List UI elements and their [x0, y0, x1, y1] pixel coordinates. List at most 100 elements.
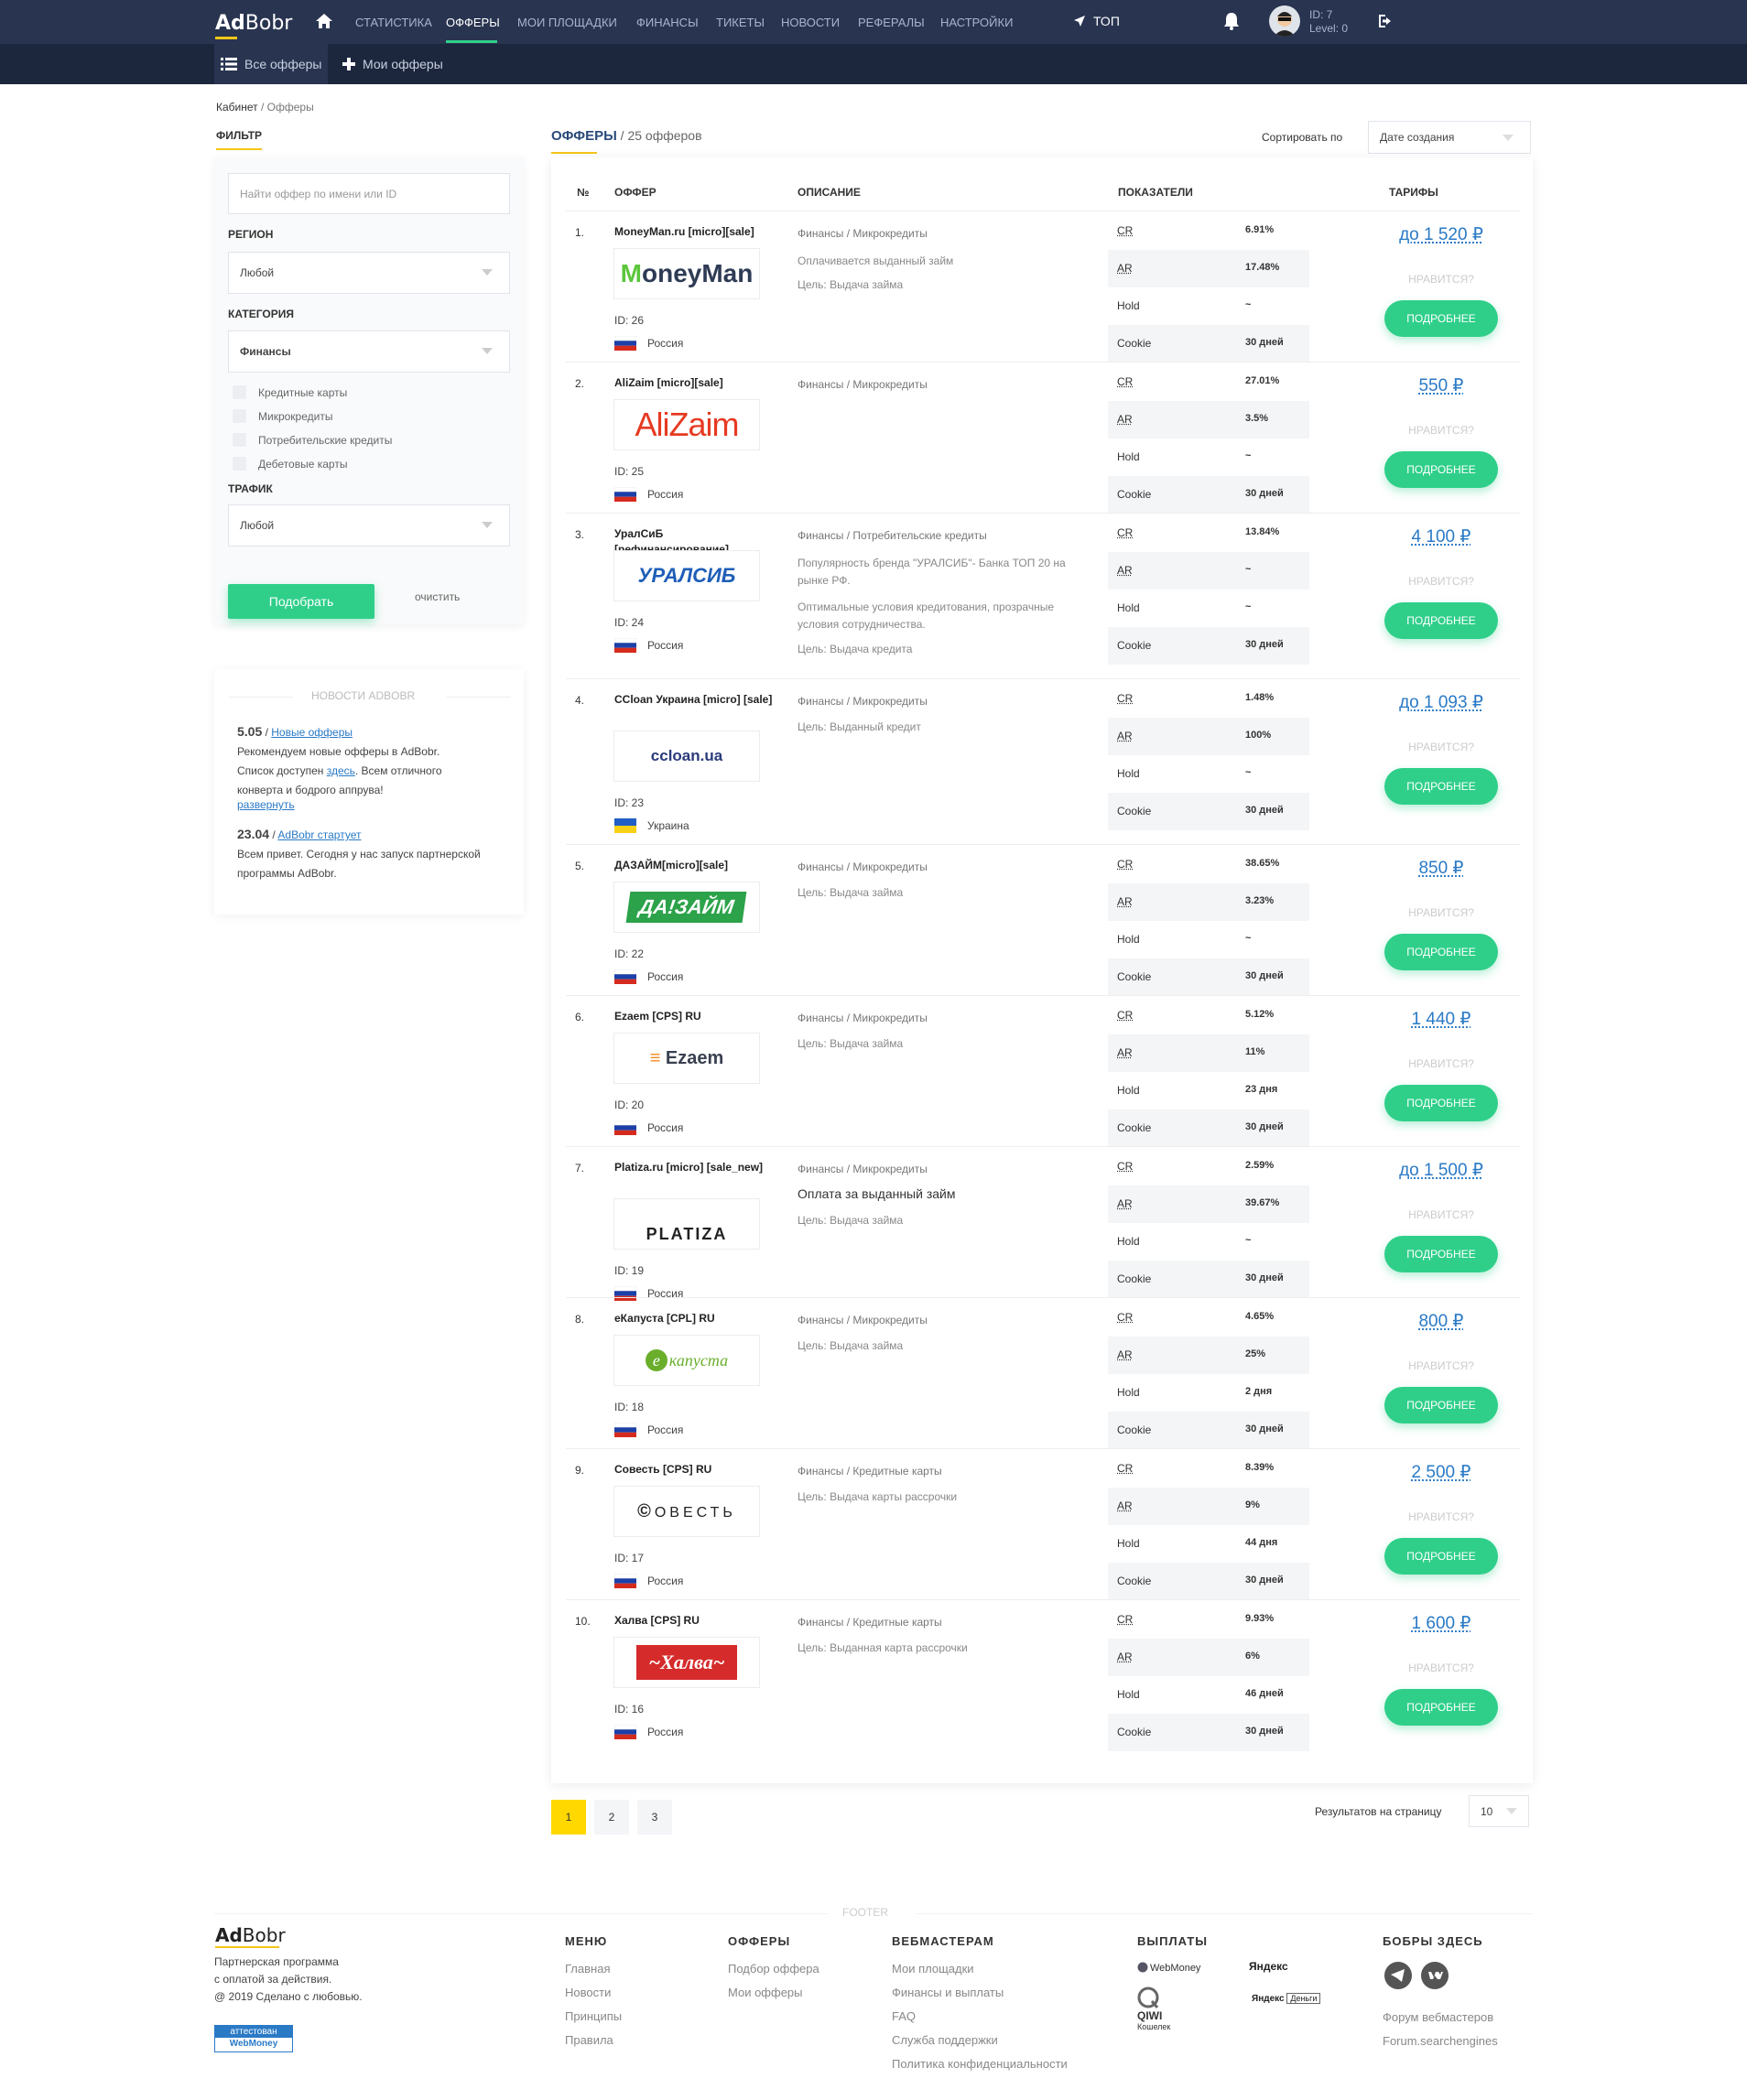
offer-logo[interactable]: e капуста	[613, 1335, 760, 1386]
stat-label-ar[interactable]: AR	[1117, 730, 1133, 742]
clear-button[interactable]: очистить	[415, 590, 460, 603]
subnav-my-offers[interactable]: Мои офферы	[342, 57, 443, 71]
telegram-icon[interactable]	[1384, 1962, 1412, 1989]
footer-link[interactable]: Правила	[565, 2033, 613, 2047]
like-prompt[interactable]: НРАВИТСЯ?	[1359, 741, 1524, 753]
like-prompt[interactable]: НРАВИТСЯ?	[1359, 1057, 1524, 1070]
news-link[interactable]: Новые офферы	[271, 726, 353, 739]
like-prompt[interactable]: НРАВИТСЯ?	[1359, 1208, 1524, 1221]
like-prompt[interactable]: НРАВИТСЯ?	[1359, 1662, 1524, 1674]
details-button[interactable]: ПОДРОБНЕЕ	[1384, 768, 1498, 805]
stat-label-ar[interactable]: AR	[1117, 1348, 1133, 1361]
details-button[interactable]: ПОДРОБНЕЕ	[1384, 602, 1498, 639]
stat-label-cr[interactable]: CR	[1117, 375, 1133, 388]
details-button[interactable]: ПОДРОБНЕЕ	[1384, 1689, 1498, 1726]
offer-price[interactable]: до 1 500 ₽	[1359, 1160, 1524, 1181]
offer-title[interactable]: Platiza.ru [micro] [sale_new]	[614, 1160, 777, 1175]
footer-link[interactable]: Новости	[565, 1986, 611, 1999]
stat-label-ar[interactable]: AR	[1117, 1197, 1133, 1210]
like-prompt[interactable]: НРАВИТСЯ?	[1359, 906, 1524, 919]
details-button[interactable]: ПОДРОБНЕЕ	[1384, 1538, 1498, 1575]
nav-finance[interactable]: ФИНАНСЫ	[636, 16, 699, 29]
page-1[interactable]: 1	[551, 1800, 586, 1835]
per-page-select[interactable]: 10	[1469, 1795, 1529, 1827]
home-icon[interactable]	[316, 14, 332, 28]
subnav-all-offers[interactable]: Все офферы	[221, 57, 321, 71]
like-prompt[interactable]: НРАВИТСЯ?	[1359, 273, 1524, 286]
search-input[interactable]: Найти оффер по имени или ID	[228, 173, 510, 214]
offer-logo[interactable]: ccloan.ua	[613, 731, 760, 782]
sort-select[interactable]: Дате создания	[1368, 121, 1531, 154]
footer-link[interactable]: Служба поддержки	[892, 2033, 998, 2047]
offer-price[interactable]: 4 100 ₽	[1359, 526, 1524, 547]
checkbox-consumer-credits[interactable]	[233, 433, 246, 447]
news-link[interactable]: AdBobr стартует	[277, 828, 361, 841]
nav-news[interactable]: НОВОСТИ	[781, 16, 840, 29]
offer-price[interactable]: 2 500 ₽	[1359, 1462, 1524, 1483]
offer-logo[interactable]: УРАЛСИБ	[613, 550, 760, 601]
offer-logo[interactable]: ≡ Ezaem	[613, 1033, 760, 1084]
offer-title[interactable]: Халва [CPS] RU	[614, 1613, 777, 1629]
nav-tickets[interactable]: ТИКЕТЫ	[716, 16, 765, 29]
stat-label-ar[interactable]: AR	[1117, 895, 1133, 908]
stat-label-cr[interactable]: CR	[1117, 1009, 1133, 1022]
stat-label-cr[interactable]: CR	[1117, 526, 1133, 539]
checkbox-credit-cards[interactable]	[233, 385, 246, 399]
details-button[interactable]: ПОДРОБНЕЕ	[1384, 1387, 1498, 1423]
footer-link[interactable]: Форум вебмастеров	[1383, 2010, 1493, 2024]
like-prompt[interactable]: НРАВИТСЯ?	[1359, 575, 1524, 588]
news-here-link[interactable]: здесь	[327, 764, 355, 777]
footer-link[interactable]: Политика конфиденциальности	[892, 2057, 1068, 2071]
top-link[interactable]: ТОП	[1073, 14, 1120, 28]
footer-link[interactable]: Главная	[565, 1962, 610, 1976]
offer-logo[interactable]: PLATIZA	[613, 1198, 760, 1250]
offer-price[interactable]: 1 600 ₽	[1359, 1613, 1524, 1634]
offer-logo[interactable]: ДА!ЗАЙМ	[613, 882, 760, 933]
offer-price[interactable]: до 1 520 ₽	[1359, 224, 1524, 245]
checkbox-debit-cards[interactable]	[233, 457, 246, 471]
like-prompt[interactable]: НРАВИТСЯ?	[1359, 1359, 1524, 1372]
offer-price[interactable]: 1 440 ₽	[1359, 1009, 1524, 1030]
offer-logo[interactable]: MoneyMan	[613, 248, 760, 299]
offer-title[interactable]: ДАЗАЙМ[micro][sale]	[614, 858, 777, 873]
stat-label-cr[interactable]: CR	[1117, 692, 1133, 705]
nav-my-sites[interactable]: МОИ ПЛОЩАДКИ	[517, 16, 617, 29]
category-select[interactable]: Финансы	[228, 330, 510, 373]
app-logo[interactable]: AdBobr	[215, 12, 292, 35]
footer-link[interactable]: Мои площадки	[892, 1962, 974, 1976]
expand-link[interactable]: развернуть	[237, 798, 521, 811]
bell-icon[interactable]	[1221, 11, 1242, 31]
like-prompt[interactable]: НРАВИТСЯ?	[1359, 424, 1524, 437]
logout-icon[interactable]	[1377, 14, 1394, 28]
stat-label-cr[interactable]: CR	[1117, 1311, 1133, 1324]
offer-logo[interactable]: ©ОВЕСТЬ	[613, 1486, 760, 1537]
vk-icon[interactable]	[1421, 1962, 1449, 1989]
details-button[interactable]: ПОДРОБНЕЕ	[1384, 451, 1498, 488]
stat-label-cr[interactable]: CR	[1117, 224, 1133, 237]
footer-link[interactable]: Принципы	[565, 2009, 622, 2023]
footer-link[interactable]: FAQ	[892, 2009, 916, 2023]
offer-price[interactable]: 800 ₽	[1359, 1311, 1524, 1332]
offer-price[interactable]: 850 ₽	[1359, 858, 1524, 879]
nav-stats[interactable]: СТАТИСТИКА	[355, 16, 432, 29]
nav-settings[interactable]: НАСТРОЙКИ	[940, 16, 1013, 29]
page-2[interactable]: 2	[594, 1800, 629, 1835]
offer-title[interactable]: Ezaem [CPS] RU	[614, 1009, 777, 1024]
footer-link[interactable]: Подбор оффера	[728, 1962, 819, 1976]
breadcrumb-home[interactable]: Кабинет	[216, 101, 258, 114]
stat-label-ar[interactable]: AR	[1117, 1499, 1133, 1512]
stat-label-ar[interactable]: AR	[1117, 564, 1133, 577]
stat-label-ar[interactable]: AR	[1117, 262, 1133, 275]
offer-logo[interactable]: ~Халва~	[613, 1637, 760, 1688]
traffic-select[interactable]: Любой	[228, 504, 510, 547]
nav-offers[interactable]: ОФФЕРЫ	[446, 16, 500, 29]
page-3[interactable]: 3	[637, 1800, 672, 1835]
nav-referrals[interactable]: РЕФЕРАЛЫ	[858, 16, 925, 29]
offer-logo[interactable]: AliZaim	[613, 399, 760, 450]
footer-link[interactable]: Мои офферы	[728, 1986, 803, 1999]
offer-title[interactable]: MoneyMan.ru [micro][sale]	[614, 224, 777, 240]
avatar[interactable]	[1269, 5, 1300, 37]
submit-button[interactable]: Подобрать	[228, 584, 374, 619]
footer-link[interactable]: Финансы и выплаты	[892, 1986, 1004, 1999]
stat-label-cr[interactable]: CR	[1117, 858, 1133, 871]
